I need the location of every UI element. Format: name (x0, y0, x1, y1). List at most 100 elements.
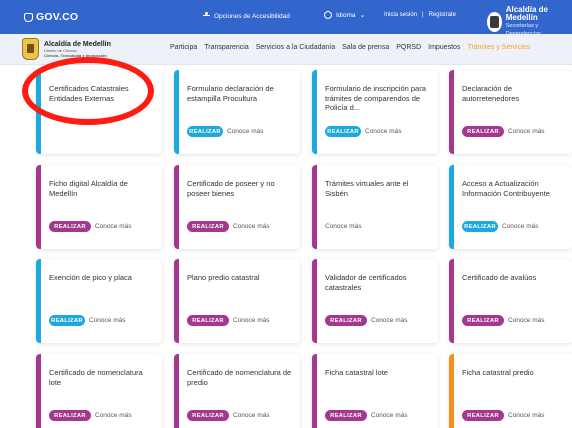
realizar-button[interactable]: REALIZAR (187, 221, 229, 232)
realizar-button[interactable]: REALIZAR (325, 315, 367, 326)
card-actions: REALIZAR Conoce más (49, 410, 132, 421)
card-actions: REALIZAR Conoce más (462, 315, 545, 326)
accessibility-options[interactable]: Opciones de Accesibilidad (203, 12, 290, 20)
card-actions: REALIZAR Conoce más (462, 410, 545, 421)
card-accent-stripe (449, 354, 454, 428)
brand-title: Alcaldía de Medellín (44, 40, 111, 48)
tramite-card[interactable]: Ficho digital Alcaldía de Medellín REALIZ… (36, 165, 162, 249)
card-accent-stripe (36, 354, 41, 428)
conoce-mas-link[interactable]: Conoce más (365, 128, 402, 135)
card-title: Certificado de nomenclatura lote (49, 368, 143, 387)
realizar-button[interactable]: REALIZAR (49, 221, 91, 232)
tramite-card[interactable]: Acceso a Actualización Información Contr… (449, 165, 572, 249)
nav-menu: Participa Transparencia Servicios a la C… (170, 44, 537, 51)
tramite-card[interactable]: Ficha catastral lote REALIZAR Conoce más (312, 354, 438, 428)
language-selector[interactable]: Idioma ⌄ (324, 11, 365, 19)
medellin-crest-icon (22, 38, 39, 60)
nav-item-transparencia[interactable]: Transparencia (204, 44, 249, 51)
conoce-mas-link[interactable]: Conoce más (371, 317, 408, 324)
tramite-card[interactable]: Certificado de nomenclatura de predio REA… (174, 354, 300, 428)
card-title: Declaración de autorretenedores (462, 84, 520, 103)
card-actions: REALIZAR Conoce más (325, 126, 402, 137)
realizar-button[interactable]: REALIZAR (462, 126, 504, 137)
gov-top-bar: GOV.CO Opciones de Accesibilidad Idioma … (0, 0, 572, 37)
card-accent-stripe (449, 165, 454, 249)
realizar-button[interactable]: REALIZAR (187, 410, 229, 421)
conoce-mas-link[interactable]: Conoce más (502, 223, 539, 230)
conoce-mas-link[interactable]: Conoce más (371, 412, 408, 419)
card-accent-stripe (174, 165, 179, 249)
card-actions: REALIZAR Conoce más (49, 315, 126, 326)
tramite-card[interactable]: Certificado de nomenclatura lote REALIZAR… (36, 354, 162, 428)
card-actions: REALIZAR Conoce más (325, 410, 408, 421)
card-actions: REALIZAR Conoce más (187, 221, 270, 232)
conoce-mas-link[interactable]: Conoce más (508, 317, 545, 324)
card-accent-stripe (36, 165, 41, 249)
gov-logo[interactable]: GOV.CO (24, 11, 78, 23)
card-accent-stripe (36, 259, 41, 343)
card-accent-stripe (312, 354, 317, 428)
tramite-card[interactable]: Certificado de avalúos REALIZAR Conoce más (449, 259, 572, 343)
card-title: Certificado de avalúos (462, 273, 537, 282)
card-title: Formulario de inscripción para trámites … (325, 84, 426, 112)
globe-icon (324, 11, 332, 19)
nav-item-pqrsd[interactable]: PQRSD (396, 44, 421, 51)
realizar-button[interactable]: REALIZAR (462, 410, 504, 421)
gov-logo-text: GOV.CO (36, 11, 79, 23)
realizar-button[interactable]: REALIZAR (49, 315, 85, 326)
card-actions: REALIZAR Conoce más (187, 126, 264, 137)
conoce-mas-link[interactable]: Conoce más (325, 223, 362, 230)
tramite-card[interactable]: Exención de pico y placa REALIZAR Conoce m… (36, 259, 162, 343)
conoce-mas-link[interactable]: Conoce más (233, 317, 270, 324)
realizar-button[interactable]: REALIZAR (462, 315, 504, 326)
realizar-button[interactable]: REALIZAR (187, 315, 229, 326)
card-actions: REALIZAR Conoce más (49, 221, 132, 232)
realizar-button[interactable]: REALIZAR (187, 126, 223, 137)
nav-item-sala-prensa[interactable]: Sala de prensa (342, 44, 389, 51)
card-accent-stripe (312, 259, 317, 343)
card-actions: REALIZAR Conoce más (187, 410, 270, 421)
card-title: Certificado de nomenclatura de predio (187, 368, 292, 387)
card-actions: REALIZAR Conoce más (325, 315, 408, 326)
login-link[interactable]: Inicia sesión (384, 12, 417, 18)
tramite-card[interactable]: Formulario declaración de estampilla Pro… (174, 70, 300, 154)
conoce-mas-link[interactable]: Conoce más (95, 223, 132, 230)
card-title: Acceso a Actualización Información Contr… (462, 179, 550, 198)
conoce-mas-link[interactable]: Conoce más (227, 128, 264, 135)
nav-item-participa[interactable]: Participa (170, 44, 197, 51)
conoce-mas-link[interactable]: Conoce más (233, 223, 270, 230)
realizar-button[interactable]: REALIZAR (325, 126, 361, 137)
entity-name: Alcaldía de Medellín (505, 5, 548, 22)
realizar-button[interactable]: REALIZAR (49, 410, 91, 421)
conoce-mas-link[interactable]: Conoce más (233, 412, 270, 419)
card-title: Validador de certificados catastrales (325, 273, 407, 292)
realizar-button[interactable]: REALIZAR (325, 410, 367, 421)
tramite-card[interactable]: Declaración de autorretenedores REALIZAR C… (449, 70, 572, 154)
nav-item-impuestos[interactable]: Impuestos (428, 44, 460, 51)
tramite-card[interactable]: Ficha catastral predio REALIZAR Conoce más (449, 354, 572, 428)
tramite-card[interactable]: Formulario de inscripción para trámites … (312, 70, 438, 154)
accessibility-label: Opciones de Accesibilidad (214, 12, 290, 20)
card-actions: REALIZAR Conoce más (462, 126, 545, 137)
annotation-ellipse (22, 57, 154, 125)
realizar-button[interactable]: REALIZAR (462, 221, 498, 232)
card-title: Ficha catastral lote (325, 368, 388, 377)
gov-shield-icon (24, 12, 33, 22)
conoce-mas-link[interactable]: Conoce más (89, 317, 126, 324)
tramite-card[interactable]: Validador de certificados catastrales REA… (312, 259, 438, 343)
conoce-mas-link[interactable]: Conoce más (508, 412, 545, 419)
conoce-mas-link[interactable]: Conoce más (508, 128, 545, 135)
tramite-card[interactable]: Certificado de poseer y no poseer bienes… (174, 165, 300, 249)
tramite-card[interactable]: Trámites virtuales ante el Sisbén Conoce … (312, 165, 438, 249)
conoce-mas-link[interactable]: Conoce más (95, 412, 132, 419)
login-separator: | (422, 12, 424, 18)
tramite-card[interactable]: Plano predio catastral REALIZAR Conoce más (174, 259, 300, 343)
card-actions: REALIZAR Conoce más (462, 221, 539, 232)
alcaldia-emblem-icon (487, 12, 502, 32)
nav-item-tramites[interactable]: Trámites y Servicios (467, 44, 530, 51)
chevron-down-icon: ⌄ (359, 12, 366, 19)
nav-item-servicios[interactable]: Servicios a la Ciudadanía (256, 44, 335, 51)
login-links: Inicia sesión | Registrate (384, 12, 456, 18)
card-actions: REALIZAR Conoce más (187, 315, 270, 326)
register-link[interactable]: Registrate (429, 12, 456, 18)
